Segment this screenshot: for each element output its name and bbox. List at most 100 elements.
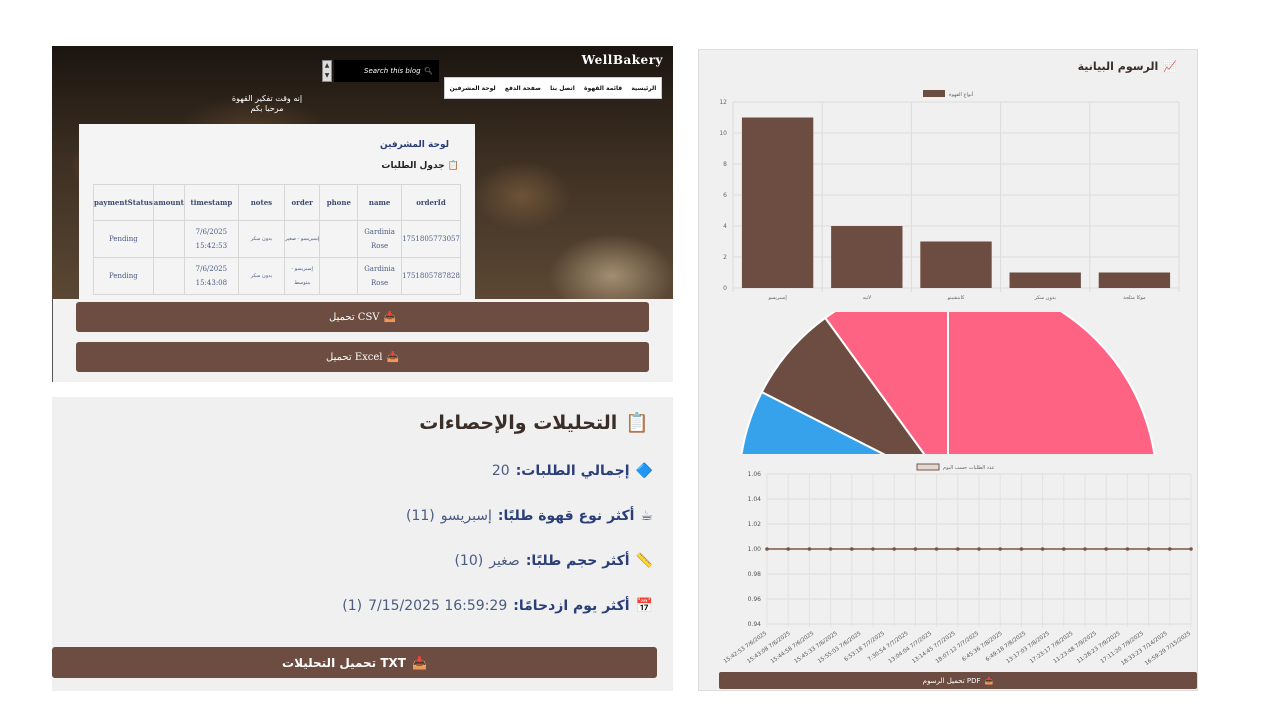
bar: [831, 226, 903, 288]
cell-phone: [319, 220, 359, 258]
cell-timestamp: 7/6/2025 15:43:08: [183, 257, 239, 295]
stat-top-coffee-label: أكثر نوع قهوة طلبًا:: [497, 508, 635, 524]
search-icon[interactable]: 🔍︎: [424, 60, 433, 82]
charts-title: الرسوم البيانية 📈: [1078, 60, 1177, 73]
data-point: [1019, 547, 1024, 551]
x-tick-label: 18:07:12 7/7/2025: [935, 630, 981, 665]
y-tick-label: 2: [723, 254, 727, 261]
data-point: [786, 547, 790, 551]
calendar-icon: 📅: [635, 598, 653, 614]
cell-order-id: 1751805773057: [401, 220, 461, 258]
welcome-text: إنه وقت تفكير القهوة مرحبا بكم: [217, 94, 317, 114]
y-tick-label: 8: [723, 161, 727, 168]
x-tick-label: كابتشينو: [947, 295, 965, 301]
x-tick-label: 7:30:54 7/7/2025: [867, 630, 910, 663]
clipboard-icon: 📋: [625, 412, 649, 434]
stat-top-size-value: صغير: [489, 553, 520, 569]
nav-item-contact[interactable]: اتصل بنا: [550, 85, 575, 92]
col-order-id[interactable]: orderId: [401, 184, 461, 221]
download-txt-label: تحميل التحليلات TXT: [282, 655, 406, 670]
x-tick-label: 15:55:03 7/6/2025: [817, 630, 863, 665]
download-csv-label: تحميل CSV: [329, 311, 380, 323]
x-tick-label: إسبريسو: [767, 295, 787, 301]
data-point: [892, 547, 896, 551]
download-pdf-button[interactable]: تحميل الرسوم PDF 📥: [719, 672, 1197, 689]
cell-timestamp: 7/6/2025 15:42:53: [183, 220, 239, 258]
y-tick-label: 0: [723, 285, 727, 292]
download-excel-button[interactable]: تحميل Excel 📥: [76, 342, 649, 372]
data-point: [956, 547, 960, 551]
half-pie-chart: [740, 312, 1156, 454]
ruler-icon: 📏: [635, 553, 653, 569]
search-input[interactable]: Search this blog 🔍︎: [334, 60, 439, 82]
diamond-icon: 🔷: [635, 463, 653, 479]
data-point: [1168, 547, 1172, 551]
download-csv-button[interactable]: تحميل CSV 📥: [76, 302, 649, 332]
cell-notes: بدون سكر: [237, 257, 285, 295]
search-stepper[interactable]: ▲ ▼: [322, 60, 332, 82]
panel-divider: [52, 299, 53, 382]
download-icon: 📥: [383, 311, 396, 323]
x-tick-label: موكا مثلجة: [1123, 295, 1146, 301]
stat-top-coffee-value: إسبريسو: [440, 508, 492, 524]
download-icon: 📥: [411, 655, 427, 670]
analytics-title: التحليلات والإحصاءات 📋: [419, 411, 649, 435]
welcome-line-2: مرحبا بكم: [250, 104, 284, 113]
y-tick-label: 0.94: [748, 621, 762, 628]
col-phone[interactable]: phone: [319, 184, 359, 221]
stat-busiest-day: 📅 أكثر يوم ازدحامًا: 7/15/2025 16:59:29 …: [342, 598, 653, 614]
data-point: [934, 547, 939, 551]
welcome-line-1: إنه وقت تفكير القهوة: [231, 94, 303, 103]
data-point: [1083, 547, 1087, 551]
brand-logo[interactable]: WellBakery: [582, 53, 663, 67]
y-tick-label: 10: [719, 130, 727, 137]
search-placeholder: Search this blog: [364, 67, 421, 75]
stat-top-coffee: ☕ أكثر نوع قهوة طلبًا: إسبريسو (11): [406, 508, 653, 524]
orders-table-title: جدول الطلبات 📋: [381, 161, 459, 171]
col-order[interactable]: order: [283, 184, 321, 221]
bar: [741, 117, 814, 288]
y-tick-label: 0.96: [748, 596, 762, 603]
legend-label: عدد الطلبات حسب اليوم: [943, 465, 995, 471]
stat-top-size: 📏 أكثر حجم طلبًا: صغير (10): [454, 553, 653, 569]
data-point: [913, 547, 918, 551]
col-notes[interactable]: notes: [237, 184, 285, 221]
col-payment-status[interactable]: paymentStatus: [93, 184, 154, 221]
col-timestamp[interactable]: timestamp: [183, 184, 239, 221]
col-name[interactable]: name: [357, 184, 403, 221]
y-tick-label: 12: [719, 99, 727, 106]
data-point: [871, 547, 875, 551]
nav-item-admin[interactable]: لوحة المشرفين: [450, 85, 496, 92]
x-tick-label: بدون سكر: [1033, 295, 1055, 301]
col-amount[interactable]: amount: [152, 184, 185, 221]
download-icon: 📥: [386, 351, 399, 363]
coffee-icon: ☕: [640, 508, 653, 524]
data-point: [850, 547, 854, 551]
download-txt-button[interactable]: تحميل التحليلات TXT 📥: [52, 647, 657, 678]
nav-item-payment[interactable]: صفحة الدفع: [505, 85, 541, 92]
cell-amount: [152, 220, 185, 258]
data-point: [1104, 547, 1108, 551]
stat-busiest-label: أكثر يوم ازدحامًا:: [513, 598, 630, 614]
y-tick-label: 0.98: [748, 571, 762, 578]
nav-item-coffee-menu[interactable]: قائمة القهوة: [584, 85, 622, 92]
nav-item-home[interactable]: الرئيسية: [631, 85, 656, 92]
table-row: Pending 7/6/2025 15:42:53 بدون سكر إسبري…: [93, 220, 461, 258]
y-tick-label: 1.00: [748, 546, 762, 553]
cell-name: Gardinia Rose: [357, 257, 403, 295]
legend-label: أنواع القهوة: [949, 91, 974, 98]
stat-busiest-count: (1): [342, 598, 363, 614]
download-excel-label: تحميل Excel: [326, 351, 383, 363]
y-tick-label: 1.06: [748, 471, 762, 478]
y-tick-label: 4: [723, 223, 727, 230]
x-tick-label: 6:49:18 7/8/2025: [985, 630, 1028, 663]
cell-order-id: 1751805787828: [401, 257, 461, 295]
bar: [1009, 272, 1081, 288]
stat-top-size-label: أكثر حجم طلبًا:: [525, 553, 630, 569]
data-point: [1040, 547, 1045, 551]
data-point: [998, 547, 1002, 551]
cell-notes: بدون سكر: [237, 220, 285, 258]
data-point: [1189, 547, 1193, 551]
cell-payment-status: Pending: [93, 257, 154, 295]
analytics-title-text: التحليلات والإحصاءات: [419, 411, 618, 434]
